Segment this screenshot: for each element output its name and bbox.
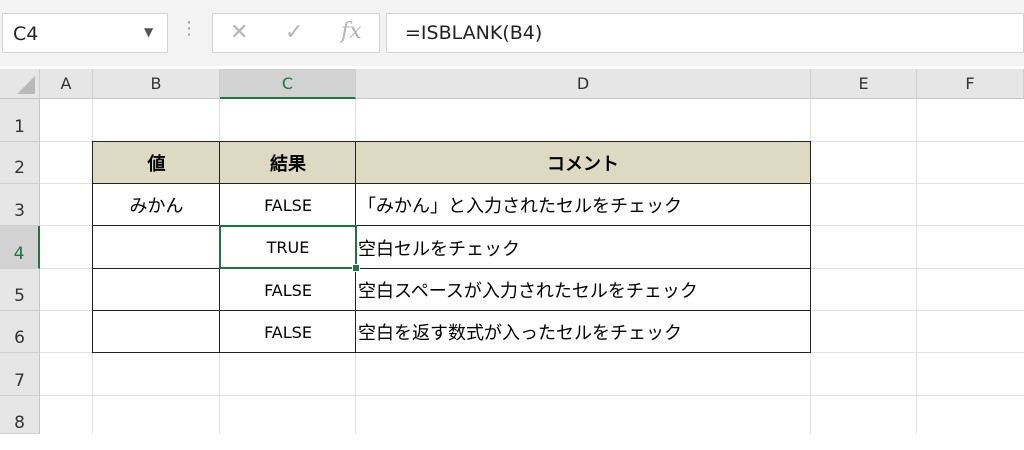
cell-d5[interactable]: 空白スペースが入力されたセルをチェック: [358, 269, 810, 311]
gridline: [916, 99, 917, 434]
row-header-1[interactable]: 1: [0, 99, 40, 142]
row-header-7[interactable]: 7: [0, 353, 40, 396]
row-header-8[interactable]: 8: [0, 396, 40, 434]
cancel-icon[interactable]: ✕: [230, 20, 248, 45]
cell-c5[interactable]: FALSE: [220, 269, 356, 311]
cell-d4[interactable]: 空白セルをチェック: [358, 226, 810, 269]
formula-buttons: ✕ ✓ fx: [212, 13, 380, 53]
table-border: [92, 268, 811, 269]
cell-b5[interactable]: [93, 269, 220, 311]
cell-c2-header[interactable]: 結果: [220, 142, 356, 184]
enter-icon[interactable]: ✓: [285, 20, 303, 45]
column-header-f[interactable]: F: [917, 69, 1024, 99]
cell-b2-header[interactable]: 値: [93, 142, 220, 184]
name-box-value: C4: [13, 23, 39, 45]
name-box-dropdown-icon[interactable]: ▼: [144, 25, 153, 39]
row-header-2[interactable]: 2: [0, 142, 40, 184]
select-all-icon: [17, 76, 35, 94]
column-header-e[interactable]: E: [811, 69, 917, 99]
table-border: [92, 141, 93, 353]
active-cell-selection[interactable]: [219, 225, 357, 269]
cell-d6[interactable]: 空白を返す数式が入ったセルをチェック: [358, 311, 810, 353]
formula-bar-area: C4 ▼ ⋮ ✕ ✓ fx =ISBLANK(B4): [0, 0, 1024, 66]
gridline: [40, 395, 1024, 396]
cell-d3[interactable]: 「みかん」と入力されたセルをチェック: [358, 184, 810, 226]
formula-text: =ISBLANK(B4): [405, 22, 543, 44]
select-all-corner[interactable]: [0, 69, 40, 99]
table-border: [92, 225, 811, 226]
table-border: [92, 310, 811, 311]
table-border: [92, 352, 811, 353]
cell-c6[interactable]: FALSE: [220, 311, 356, 353]
cell-b4[interactable]: [93, 226, 220, 269]
table-border: [92, 141, 811, 142]
name-box[interactable]: C4 ▼: [2, 13, 168, 53]
row-header-4[interactable]: 4: [0, 226, 40, 269]
cell-b3[interactable]: みかん: [93, 184, 220, 226]
cell-c3[interactable]: FALSE: [220, 184, 356, 226]
row-header-3[interactable]: 3: [0, 184, 40, 226]
column-header-c[interactable]: C: [220, 69, 356, 99]
cell-d2-header[interactable]: コメント: [356, 142, 810, 184]
formula-input[interactable]: =ISBLANK(B4): [386, 13, 1024, 53]
row-header-6[interactable]: 6: [0, 311, 40, 353]
table-border: [92, 183, 811, 184]
insert-function-icon[interactable]: fx: [341, 19, 362, 44]
formula-bar-resize-handle-icon[interactable]: ⋮: [180, 20, 198, 38]
row-header-5[interactable]: 5: [0, 269, 40, 311]
column-header-d[interactable]: D: [356, 69, 811, 99]
table-border: [810, 141, 811, 353]
column-header-b[interactable]: B: [93, 69, 220, 99]
cell-b6[interactable]: [93, 311, 220, 353]
column-header-a[interactable]: A: [40, 69, 93, 99]
fill-handle[interactable]: [352, 264, 360, 272]
